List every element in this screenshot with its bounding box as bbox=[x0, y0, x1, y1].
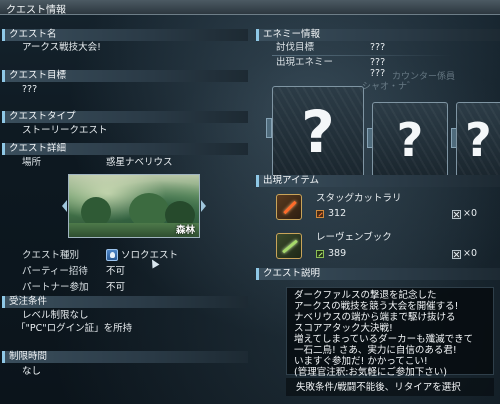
location-image: 森林 bbox=[68, 174, 200, 238]
quest-kind-label: クエスト種別 bbox=[22, 250, 80, 261]
section-header-quest-goal: クエスト目標 bbox=[2, 70, 248, 82]
enemy-card[interactable]: ? bbox=[456, 102, 500, 178]
requirement-line: 「"PC"ログイン証」を所持 bbox=[16, 323, 133, 334]
description-line: ダークファルスの撃退を記念した bbox=[294, 290, 437, 301]
unknown-enemy-icon: ? bbox=[465, 113, 492, 167]
item-count: ×0 bbox=[463, 248, 478, 259]
location-label: 場所 bbox=[22, 157, 42, 168]
requirement-line: レベル制限なし bbox=[22, 310, 89, 321]
twin-dagger-icon[interactable] bbox=[276, 194, 302, 220]
quest-name-value: アークス戦技大会! bbox=[22, 42, 101, 53]
description-line: スコアアタック大決戦! bbox=[294, 323, 393, 334]
item-value: 312 bbox=[328, 208, 347, 219]
section-header-enemy-info: エネミー情報 bbox=[256, 29, 500, 41]
location-prev-arrow-icon[interactable] bbox=[62, 200, 67, 212]
party-invite-label: パーティー招待 bbox=[22, 266, 88, 277]
section-header-quest-type: クエストタイプ bbox=[2, 111, 248, 123]
divider bbox=[272, 55, 452, 56]
target-label: 討伐目標 bbox=[276, 42, 315, 53]
solo-quest-icon bbox=[106, 249, 118, 261]
talis-icon[interactable] bbox=[276, 233, 302, 259]
enemy-card-selected[interactable]: ? bbox=[272, 86, 364, 178]
section-header-quest-detail: クエスト詳細 bbox=[2, 143, 248, 155]
section-header-items: 出現アイテム bbox=[256, 175, 500, 187]
item-name[interactable]: スタッグカットラリ bbox=[316, 193, 402, 205]
description-line: (管理官注釈:お気軽にご参加下さい) bbox=[294, 367, 447, 378]
window-titlebar: クエスト情報 bbox=[0, 0, 500, 16]
location-image-label: 森林 bbox=[175, 225, 195, 236]
description-line: いますぐ参加だ! かかってこい! bbox=[294, 356, 428, 367]
location-value: 惑星ナベリウス bbox=[106, 157, 173, 168]
description-line: 一石二鳥! さあ、実力に自信のある君! bbox=[294, 345, 457, 356]
quest-type-value: ストーリークエスト bbox=[22, 125, 108, 136]
unavailable-icon bbox=[452, 250, 461, 259]
partner-label: パートナー参加 bbox=[22, 282, 89, 293]
description-line: 増えてしまっているダーカーも殲滅できて bbox=[294, 334, 474, 345]
fail-condition-text: 失敗条件/戦闘不能後、リタイアを選択 bbox=[296, 382, 461, 393]
location-next-arrow-icon[interactable] bbox=[201, 200, 206, 212]
weapon-type-icon bbox=[316, 210, 324, 218]
appear-enemy-label: 出現エネミー bbox=[276, 57, 334, 68]
enemy-card[interactable]: ? bbox=[372, 102, 448, 178]
time-limit-value: なし bbox=[22, 366, 42, 377]
party-invite-value: 不可 bbox=[106, 266, 126, 277]
item-count: ×0 bbox=[463, 208, 478, 219]
item-name[interactable]: レーヴェンブック bbox=[316, 232, 392, 244]
target-value: ??? bbox=[370, 42, 386, 53]
unavailable-icon bbox=[452, 210, 461, 219]
window-title: クエスト情報 bbox=[6, 5, 66, 16]
section-header-quest-name: クエスト名 bbox=[2, 29, 248, 41]
description-line: ナベリウスの端から端まで駆け抜ける bbox=[294, 312, 456, 323]
weapon-type-icon bbox=[316, 250, 324, 258]
background-npc-text: シャオ・ナ゛ bbox=[362, 82, 417, 92]
partner-value: 不可 bbox=[106, 282, 126, 293]
quest-goal-value: ??? bbox=[22, 84, 38, 95]
section-header-description: クエスト説明 bbox=[256, 268, 500, 280]
description-line: アークスの戦技を競う大会を開催する! bbox=[294, 301, 459, 312]
section-header-time-limit: 制限時間 bbox=[2, 351, 248, 363]
section-header-requirements: 受注条件 bbox=[2, 296, 248, 308]
unknown-enemy-icon: ? bbox=[396, 113, 424, 167]
unknown-enemy-icon: ? bbox=[301, 98, 335, 166]
item-value: 389 bbox=[328, 248, 347, 259]
